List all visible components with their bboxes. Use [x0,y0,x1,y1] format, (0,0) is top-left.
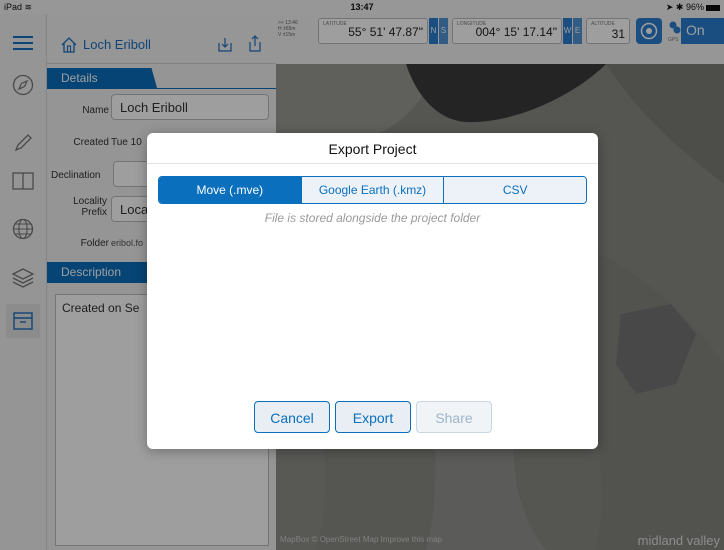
dialog-divider [147,163,598,164]
format-segmented-control: Move (.mve) Google Earth (.kmz) CSV [158,176,587,204]
dialog-hint: File is stored alongside the project fol… [264,211,481,225]
segment-mve[interactable]: Move (.mve) [159,177,301,203]
share-button[interactable]: Share [416,401,492,433]
export-button[interactable]: Export [335,401,411,433]
dialog-title: Export Project [328,141,417,157]
cancel-button[interactable]: Cancel [254,401,330,433]
segment-kmz[interactable]: Google Earth (.kmz) [300,177,444,203]
export-dialog: Export Project Move (.mve) Google Earth … [147,133,598,449]
segment-csv[interactable]: CSV [443,177,586,203]
